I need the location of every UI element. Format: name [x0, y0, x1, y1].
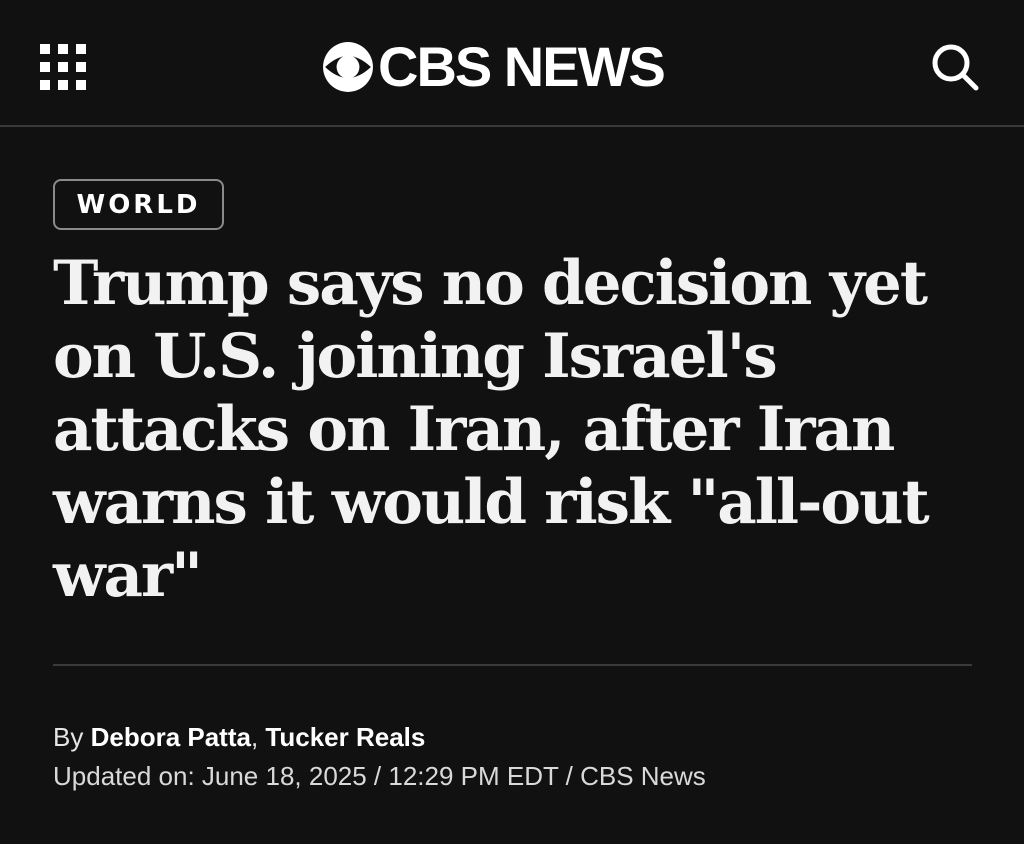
byline-prefix: By	[53, 722, 91, 752]
updated-timestamp: Updated on: June 18, 2025 / 12:29 PM EDT…	[53, 761, 706, 791]
menu-dot	[40, 62, 50, 72]
site-header: CBS NEWS	[0, 0, 1024, 127]
grid-menu-icon[interactable]	[40, 44, 86, 90]
author-separator: ,	[250, 722, 266, 752]
logo-text: CBS NEWS	[378, 35, 666, 98]
cbs-news-logo[interactable]: CBS NEWS	[322, 35, 666, 98]
article-headline: Trump says no decision yet on U.S. joini…	[53, 248, 930, 611]
cbs-eye-icon	[323, 42, 373, 92]
menu-dot	[40, 44, 50, 54]
byline: By Debora Patta, Tucker Reals	[53, 720, 425, 754]
menu-dot	[76, 80, 86, 90]
menu-dot	[58, 62, 68, 72]
search-icon[interactable]	[928, 40, 982, 94]
menu-dot	[58, 44, 68, 54]
author-link-debora-patta[interactable]: Debora Patta	[91, 722, 251, 752]
menu-dot	[76, 62, 86, 72]
menu-dot	[40, 80, 50, 90]
category-badge[interactable]: WORLD	[53, 179, 224, 230]
divider	[53, 664, 972, 666]
menu-dot	[58, 80, 68, 90]
menu-dot	[76, 44, 86, 54]
author-link-tucker-reals[interactable]: Tucker Reals	[265, 722, 425, 752]
